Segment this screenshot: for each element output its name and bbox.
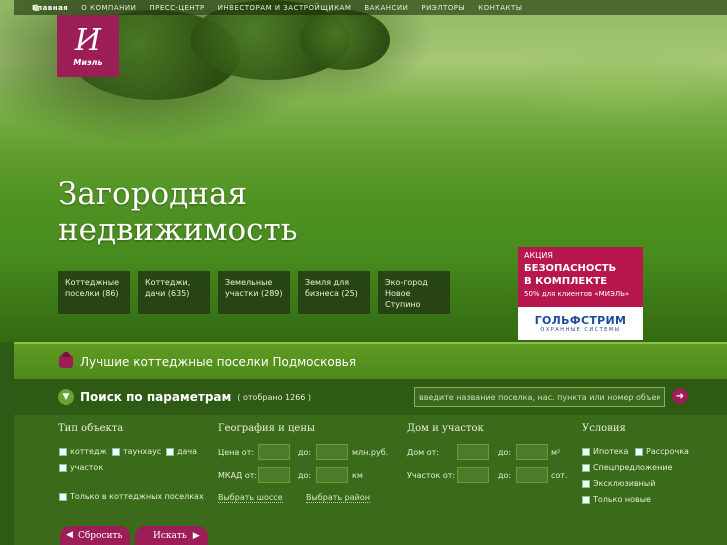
search-button[interactable]: Искать ▶ xyxy=(135,526,208,545)
plot-from-field[interactable] xyxy=(457,467,489,483)
headline-line2: недвижимость xyxy=(58,212,298,248)
price-from-label: Цена от: xyxy=(218,448,255,457)
best-villages-link[interactable]: Лучшие коттеджные поселки Подмосковья xyxy=(80,355,356,369)
category-eco-city[interactable]: Эко-город Новое Ступино xyxy=(378,271,450,314)
geo-column-title: География и цены xyxy=(218,423,315,434)
m2-label: м² xyxy=(551,448,561,457)
mkad-from-label: МКАД от: xyxy=(218,471,258,480)
new-only-checkbox[interactable] xyxy=(582,496,590,504)
plot-label: участок xyxy=(70,463,104,472)
plot-to-label: до: xyxy=(498,471,512,480)
price-from-field[interactable] xyxy=(258,444,290,460)
mortgage-label: Ипотека xyxy=(593,447,629,456)
search-title: Поиск по параметрам xyxy=(80,390,232,404)
nav-item-vacancies[interactable]: ВАКАНСИИ xyxy=(364,4,408,12)
nav-item-about[interactable]: О КОМПАНИИ xyxy=(81,4,136,12)
search-go-button[interactable]: ➜ xyxy=(672,388,688,404)
new-only-label: Только новые xyxy=(593,495,651,504)
mkad-to-label: до: xyxy=(298,471,312,480)
promo-title-line1: БЕЗОПАСНОСТЬ xyxy=(524,263,617,274)
plot-from-label: Участок от: xyxy=(407,471,456,480)
logo[interactable]: И Миэль xyxy=(57,15,119,77)
tree-illustration xyxy=(300,10,390,70)
logo-mark: И xyxy=(74,22,102,58)
cottage-checkbox[interactable] xyxy=(59,448,67,456)
nav-item-press[interactable]: ПРЕСС-ЦЕНТР xyxy=(149,4,204,12)
headline-line1: Загородная xyxy=(58,176,247,212)
search-label: Искать xyxy=(153,530,187,541)
arrow-left-icon: ◀ xyxy=(66,530,73,540)
promo-tag: АКЦИЯ xyxy=(524,251,553,260)
sot-label: сот. xyxy=(551,471,568,480)
special-label: Спецпредложение xyxy=(593,463,673,472)
townhouse-label: таунхаус xyxy=(123,447,162,456)
home-icon[interactable] xyxy=(33,4,40,11)
promo-brand: ГОЛЬФСТРИМ ОХРАННЫЕ СИСТЕМЫ xyxy=(518,307,643,340)
townhouse-checkbox[interactable] xyxy=(112,448,120,456)
house-to-field[interactable] xyxy=(516,444,548,460)
promo-title-line2: В КОМПЛЕКТЕ xyxy=(524,276,608,287)
type-column-title: Тип объекта xyxy=(58,423,124,434)
arrow-right-icon: ▶ xyxy=(192,530,200,541)
logo-text: Миэль xyxy=(73,57,103,67)
only-villages-checkbox[interactable] xyxy=(59,493,67,501)
nav-item-investors[interactable]: ИНВЕСТОРАМ И ЗАСТРОЙЩИКАМ xyxy=(218,4,352,12)
reset-label: Сбросить xyxy=(78,530,123,541)
price-unit-label: млн.руб. xyxy=(352,448,389,457)
house-icon xyxy=(59,352,73,368)
house-column-title: Дом и участок xyxy=(407,423,484,434)
promo-brand-sub: ОХРАННЫЕ СИСТЕМЫ xyxy=(540,327,621,333)
conditions-column-title: Условия xyxy=(582,423,626,434)
km-label: км xyxy=(352,471,363,480)
exclusive-label: Эксклюзивный xyxy=(593,479,656,488)
dacha-label: дача xyxy=(177,447,198,456)
category-business-land[interactable]: Земля для бизнеса (25) xyxy=(298,271,370,314)
installment-label: Рассрочка xyxy=(646,447,689,456)
top-navigation: Главная О КОМПАНИИ ПРЕСС-ЦЕНТР ИНВЕСТОРА… xyxy=(14,0,727,15)
price-to-field[interactable] xyxy=(316,444,348,460)
house-from-field[interactable] xyxy=(457,444,489,460)
search-count: ( отобрано 1266 ) xyxy=(237,392,312,402)
plot-to-field[interactable] xyxy=(516,467,548,483)
reset-button[interactable]: ◀ Сбросить xyxy=(60,526,131,545)
promo-subtitle: 50% для клиентов «МИЭЛЬ» xyxy=(524,290,630,298)
search-filters: Тип объекта коттедж таунхаус дача участо… xyxy=(14,415,727,545)
promo-banner[interactable]: АКЦИЯ БЕЗОПАСНОСТЬ В КОМПЛЕКТЕ 50% для к… xyxy=(518,247,643,340)
only-villages-label: Только в коттеджных поселках xyxy=(70,492,204,501)
special-checkbox[interactable] xyxy=(582,464,590,472)
choose-district-link[interactable]: Выбрать район xyxy=(306,493,370,503)
promo-brand-name: ГОЛЬФСТРИМ xyxy=(534,314,627,327)
category-cottage-villages[interactable]: Коттеджные поселки (86) xyxy=(58,271,130,314)
chevron-down-icon[interactable]: ▼ xyxy=(58,389,74,405)
best-villages-bar[interactable]: Лучшие коттеджные поселки Подмосковья xyxy=(14,342,727,379)
page-title: Загородная недвижимость xyxy=(58,176,358,248)
choose-highway-link[interactable]: Выбрать шоссе xyxy=(218,493,283,503)
search-header: ▼ Поиск по параметрам ( отобрано 1266 ) … xyxy=(14,379,727,415)
house-to-label: до: xyxy=(498,448,512,457)
mkad-to-field[interactable] xyxy=(316,467,348,483)
category-cottages-dachas[interactable]: Коттеджи, дачи (635) xyxy=(138,271,210,314)
search-input[interactable] xyxy=(414,387,665,407)
nav-item-contacts[interactable]: КОНТАКТЫ xyxy=(478,4,522,12)
mortgage-checkbox[interactable] xyxy=(582,448,590,456)
installment-checkbox[interactable] xyxy=(635,448,643,456)
mkad-from-field[interactable] xyxy=(258,467,290,483)
exclusive-checkbox[interactable] xyxy=(582,480,590,488)
price-to-label: до: xyxy=(298,448,312,457)
category-land-plots[interactable]: Земельные участки (289) xyxy=(218,271,290,314)
house-from-label: Дом от: xyxy=(407,448,439,457)
nav-item-realtors[interactable]: РИЭЛТОРЫ xyxy=(421,4,465,12)
plot-checkbox[interactable] xyxy=(59,464,67,472)
dacha-checkbox[interactable] xyxy=(166,448,174,456)
cottage-label: коттедж xyxy=(70,447,107,456)
